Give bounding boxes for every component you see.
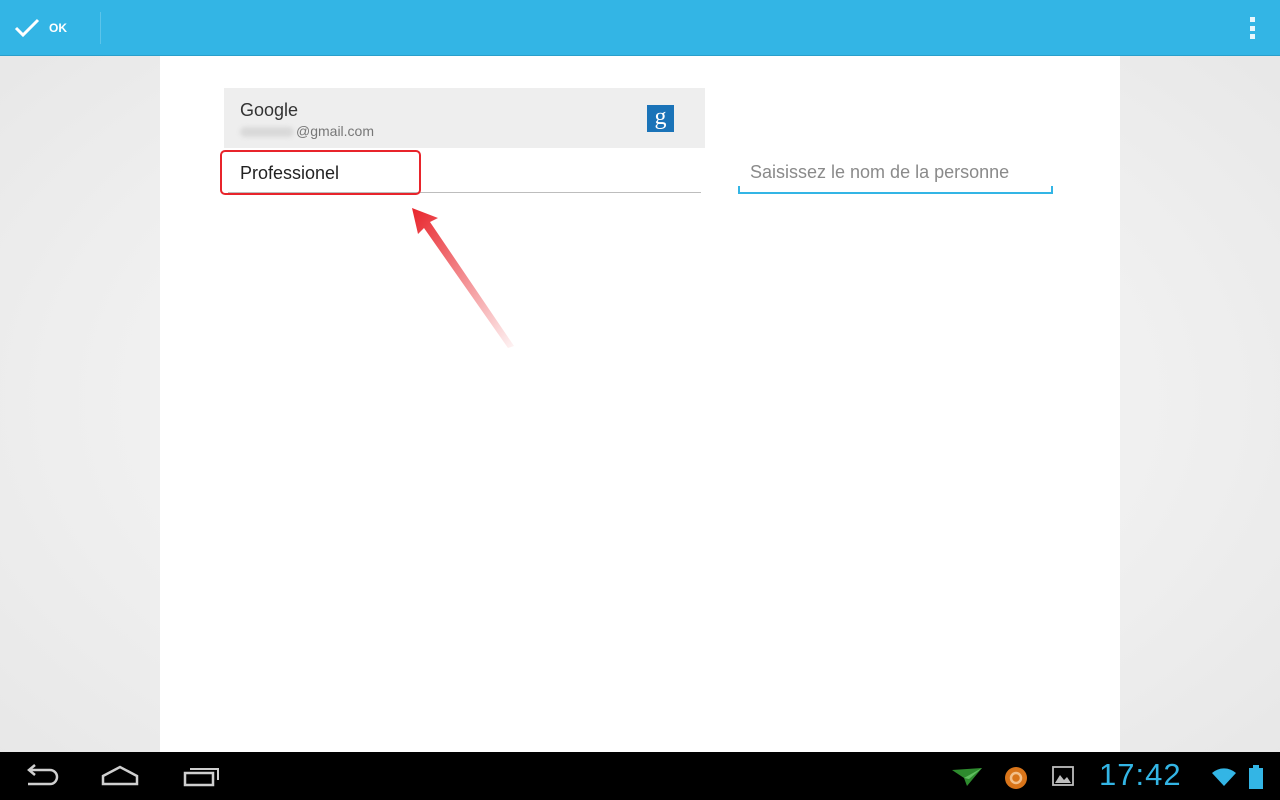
recent-apps-icon[interactable]: [183, 764, 221, 788]
action-bar: OK: [0, 0, 1280, 56]
overflow-menu-icon[interactable]: [1246, 17, 1258, 39]
account-email: @gmail.com: [240, 123, 374, 139]
name-field[interactable]: [738, 156, 1053, 194]
account-type: Google: [240, 100, 299, 120]
wifi-icon: [1212, 768, 1236, 786]
send-notification-icon[interactable]: [951, 766, 983, 788]
home-icon[interactable]: [101, 764, 139, 788]
sync-notification-icon[interactable]: [1004, 766, 1028, 790]
account-header[interactable]: Google @gmail.com g: [224, 88, 705, 148]
edit-contact-panel: Google @gmail.com g Professionel: [160, 56, 1120, 752]
ok-button[interactable]: OK: [0, 0, 100, 55]
annotation-highlight-box: [220, 150, 421, 195]
blurred-username: [240, 127, 294, 138]
action-bar-divider: [100, 12, 101, 44]
system-bar: 17:42: [0, 752, 1280, 800]
clock[interactable]: 17:42: [1099, 757, 1182, 793]
google-icon: g: [647, 105, 674, 132]
battery-icon: [1249, 765, 1263, 789]
annotation-arrow: [412, 208, 514, 348]
gallery-notification-icon[interactable]: [1052, 766, 1074, 786]
name-input[interactable]: [750, 162, 1040, 183]
back-icon[interactable]: [22, 764, 60, 788]
checkmark-icon: [14, 18, 40, 37]
ok-label: OK: [49, 20, 67, 35]
